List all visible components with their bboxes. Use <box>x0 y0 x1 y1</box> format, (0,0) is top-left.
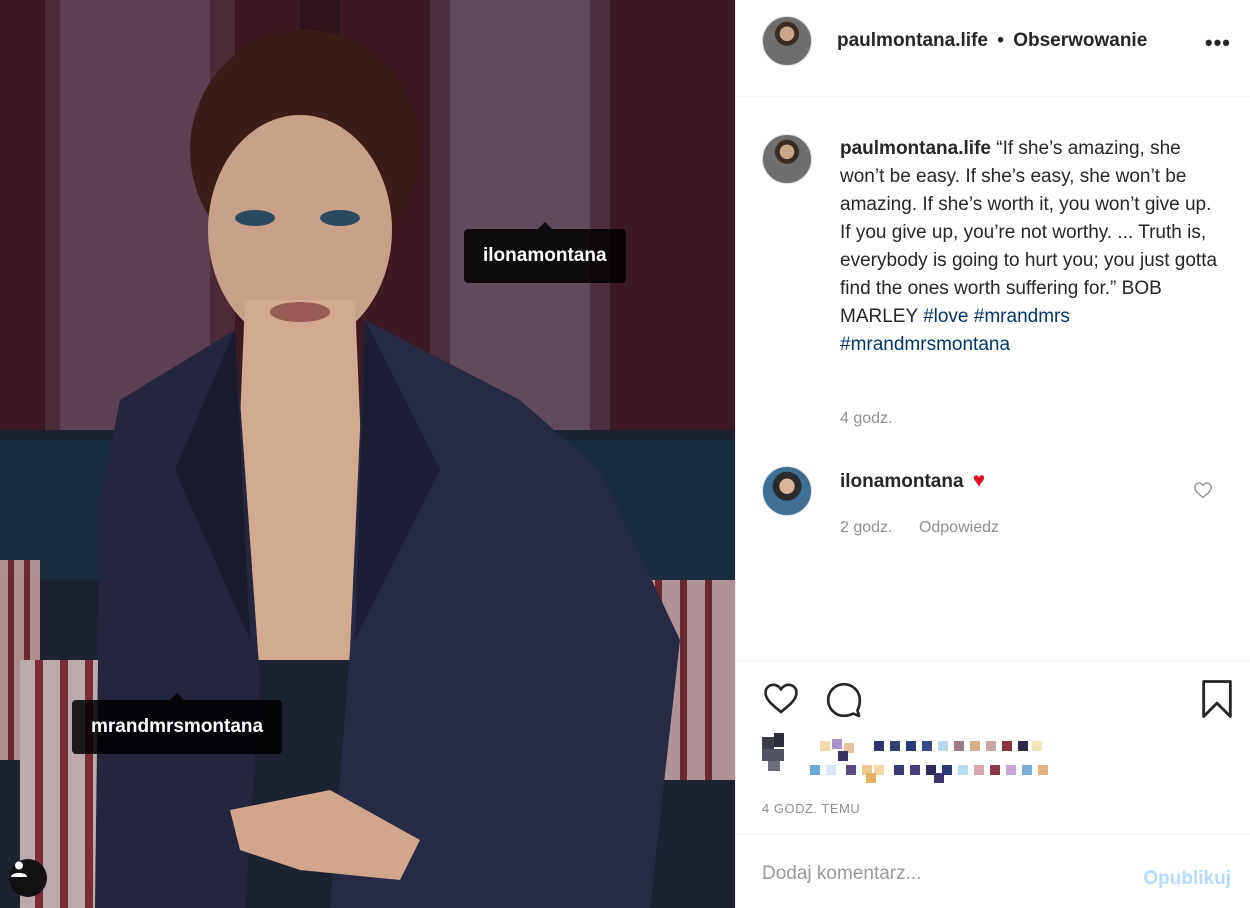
pixel-block <box>832 739 842 749</box>
comment-input[interactable] <box>762 863 1112 885</box>
pixel-block <box>820 741 830 751</box>
caption-text: “If she’s amazing, she won’t be easy. If… <box>840 138 1218 327</box>
pixel-block <box>838 751 848 761</box>
pixel-block <box>938 741 948 751</box>
caption-username[interactable]: paulmontana.life <box>840 138 991 159</box>
caption: paulmontana.life “If she’s amazing, she … <box>840 135 1225 359</box>
comment-like-button[interactable] <box>1193 481 1213 504</box>
post-photo[interactable]: ilonamontana mrandmrsmontana <box>0 0 735 908</box>
heart-emoji: ♥ <box>972 469 986 492</box>
pixel-block <box>890 741 900 751</box>
hashtag-link[interactable]: #love <box>923 306 968 327</box>
save-button[interactable] <box>1199 679 1235 724</box>
pixel-block <box>826 765 836 775</box>
pixel-block <box>1018 741 1028 751</box>
photo-illustration <box>0 0 735 908</box>
pixel-block <box>986 741 996 751</box>
post-side-panel: paulmontana.life • Obserwowanie ••• paul… <box>735 0 1250 908</box>
photo-tag-label: mrandmrsmontana <box>91 716 264 737</box>
more-options-icon[interactable]: ••• <box>1205 30 1231 56</box>
hashtag-link[interactable]: #mrandmrsmontana <box>840 334 1010 355</box>
comment: ilonamontana ♥ <box>840 469 985 493</box>
pixel-block <box>958 765 968 775</box>
pixel-block <box>774 733 784 747</box>
pixel-block <box>866 773 876 783</box>
post-actions: 4 GODZ. TEMU <box>736 660 1250 834</box>
header-text: paulmontana.life • Obserwowanie <box>837 30 1147 52</box>
pixel-block <box>894 765 904 775</box>
bookmark-icon <box>1202 680 1232 718</box>
user-icon <box>11 861 27 877</box>
pixel-block <box>762 749 784 761</box>
pixel-block <box>846 765 856 775</box>
comment-username[interactable]: ilonamontana <box>840 471 964 492</box>
add-comment-bar: Opublikuj <box>736 834 1250 908</box>
pixel-block <box>874 741 884 751</box>
photo-tag-label: ilonamontana <box>483 245 607 266</box>
pixel-block <box>1038 765 1048 775</box>
reply-button[interactable]: Odpowiedz <box>919 519 999 536</box>
commenter-avatar[interactable] <box>762 466 812 516</box>
caption-time[interactable]: 4 godz. <box>840 410 892 428</box>
pixel-block <box>990 765 1000 775</box>
comment-button[interactable] <box>824 681 864 724</box>
pixel-block <box>910 765 920 775</box>
heart-outline-icon <box>1194 482 1212 499</box>
post-timestamp[interactable]: 4 GODZ. TEMU <box>762 801 860 816</box>
pixel-block <box>810 765 820 775</box>
caption-author-avatar[interactable] <box>762 134 812 184</box>
pixel-block <box>1022 765 1032 775</box>
photo-tag-mrandmrsmontana[interactable]: mrandmrsmontana <box>72 693 283 754</box>
pixel-block <box>1002 741 1012 751</box>
pixel-block <box>1032 741 1042 751</box>
pixel-block <box>1006 765 1016 775</box>
author-username[interactable]: paulmontana.life <box>837 30 988 51</box>
pixel-block <box>954 741 964 751</box>
pixel-block <box>768 761 780 771</box>
photo-tag-ilonamontana[interactable]: ilonamontana <box>464 222 626 283</box>
follow-status-button[interactable]: Obserwowanie <box>1013 30 1147 51</box>
pixel-block <box>762 737 774 749</box>
comment-meta: 2 godz. Odpowiedz <box>840 519 999 537</box>
pixel-block <box>970 741 980 751</box>
tagged-users-button[interactable] <box>9 859 47 897</box>
post-header: paulmontana.life • Obserwowanie ••• <box>736 0 1250 97</box>
pixel-block <box>922 741 932 751</box>
pixel-block <box>974 765 984 775</box>
publish-button[interactable]: Opublikuj <box>1143 868 1231 890</box>
heart-icon <box>764 683 798 714</box>
like-button[interactable] <box>762 681 800 720</box>
comment-time[interactable]: 2 godz. <box>840 519 892 536</box>
header-separator: • <box>997 30 1004 51</box>
hashtag-link[interactable]: #mrandmrs <box>974 306 1070 327</box>
pixel-block <box>942 765 952 775</box>
comments-area: paulmontana.life “If she’s amazing, she … <box>736 98 1250 660</box>
pixel-block <box>906 741 916 751</box>
comment-bubble-icon <box>826 682 862 718</box>
author-avatar[interactable] <box>762 16 812 66</box>
likes-summary-pixelated <box>762 733 1062 783</box>
